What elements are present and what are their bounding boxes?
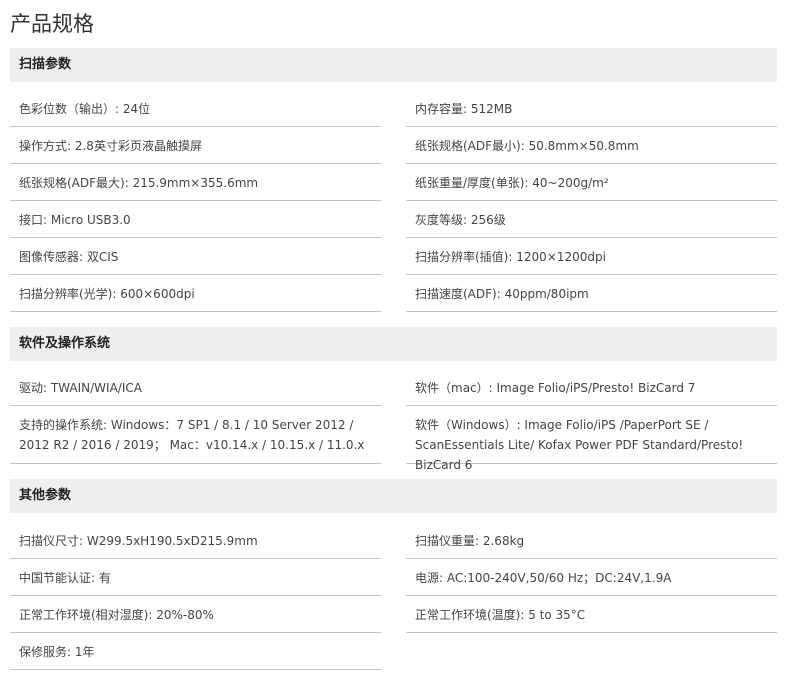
spec-cell: 电源: AC:100-240V,50/60 Hz；DC:24V,1.9A (406, 559, 777, 596)
section-header-other: 其他参数 (10, 479, 777, 513)
section-title: 其他参数 (19, 488, 72, 503)
page-title: 产品规格 (10, 12, 94, 36)
spec-cell: 扫描分辨率(插值): 1200×1200dpi (406, 238, 777, 275)
spec-cell: 纸张规格(ADF最大): 215.9mm×355.6mm (10, 164, 381, 201)
section-title: 扫描参数 (19, 57, 72, 72)
spec-cell: 中国节能认证: 有 (10, 559, 381, 596)
spec-cell: 驱动: TWAIN/WIA/ICA (10, 369, 381, 406)
spec-cell: 软件（Windows）: Image Folio/iPS /PaperPort … (406, 406, 777, 472)
spec-cell: 灰度等级: 256级 (406, 201, 777, 238)
section-header-scan: 扫描参数 (10, 48, 777, 82)
section-title: 软件及操作系统 (19, 336, 111, 351)
spec-cell: 扫描速度(ADF): 40ppm/80ipm (406, 275, 777, 312)
spec-cell: 接口: Micro USB3.0 (10, 201, 381, 238)
spec-cell: 软件（mac）: Image Folio/iPS/Presto! BizCard… (406, 369, 777, 406)
section-header-software: 软件及操作系统 (10, 327, 777, 361)
spec-cell: 扫描分辨率(光学): 600×600dpi (10, 275, 381, 312)
spec-cell: 正常工作环境(相对湿度): 20%-80% (10, 596, 381, 633)
spec-cell: 扫描仪重量: 2.68kg (406, 522, 777, 559)
spec-cell: 扫描仪尺寸: W299.5xH190.5xD215.9mm (10, 522, 381, 559)
spec-cell: 操作方式: 2.8英寸彩页液晶触摸屏 (10, 127, 381, 164)
spec-cell: 图像传感器: 双CIS (10, 238, 381, 275)
spec-cell: 正常工作环境(温度): 5 to 35°C (406, 596, 777, 633)
spec-cell: 纸张重量/厚度(单张): 40~200g/m² (406, 164, 777, 201)
spec-cell: 纸张规格(ADF最小): 50.8mm×50.8mm (406, 127, 777, 164)
spec-cell: 支持的操作系统: Windows：7 SP1 / 8.1 / 10 Server… (10, 406, 381, 464)
spec-cell: 保修服务: 1年 (10, 633, 381, 670)
spec-cell: 内存容量: 512MB (406, 90, 777, 127)
spec-cell: 色彩位数（输出）: 24位 (10, 90, 381, 127)
